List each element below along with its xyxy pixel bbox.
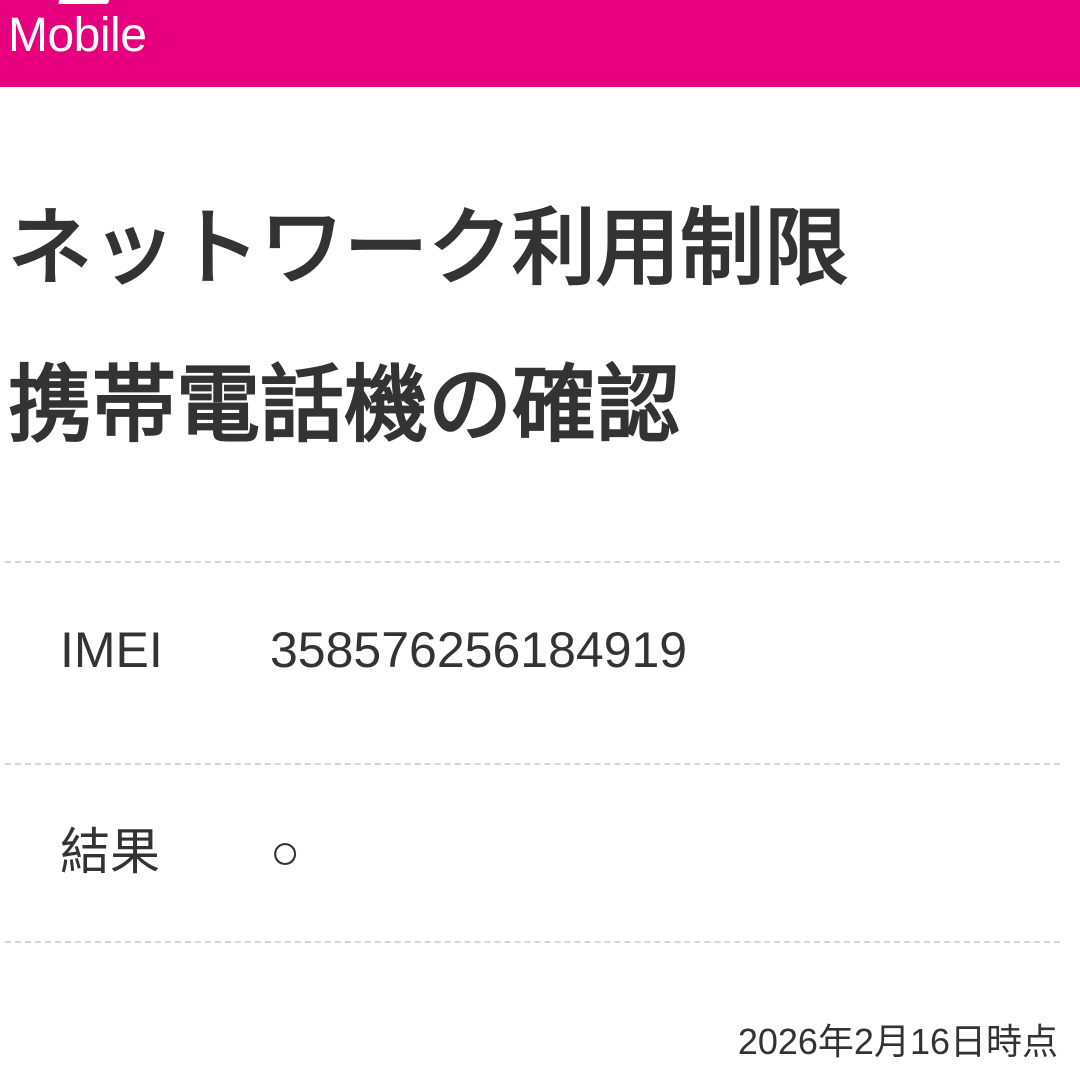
checked-at-timestamp: 2026年2月16日時点 [737,1021,1058,1062]
logo-mark-icon [57,0,113,4]
result-label: 結果 [60,824,160,880]
app-header: Mobile [0,0,1080,87]
imei-label: IMEI [60,622,163,678]
page-title-line-1: ネットワーク利用制限 [8,199,849,297]
page-title-line-2: 携帯電話機の確認 [8,356,681,454]
divider [5,941,1060,943]
divider [5,763,1060,765]
divider [5,561,1060,563]
brand-logo-text[interactable]: Mobile [8,8,147,64]
result-value: ○ [270,824,301,880]
imei-value: 358576256184919 [270,622,688,678]
